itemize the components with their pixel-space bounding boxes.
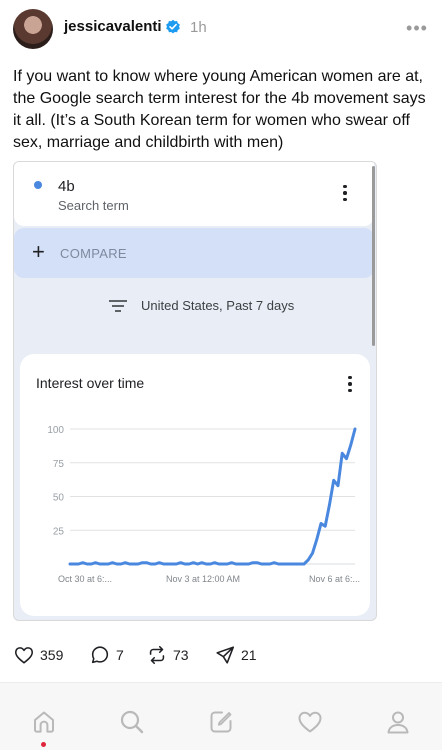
search-term-card: 4b Search term [14, 162, 374, 226]
interest-chart-card: Interest over time 25 50 75 100 Oct 30 at 6:… [20, 354, 370, 616]
nav-activity[interactable] [296, 708, 324, 736]
filter-icon [109, 300, 127, 312]
share-button[interactable]: 21 [214, 644, 257, 666]
search-icon [120, 710, 144, 734]
compose-icon [210, 711, 232, 733]
filter-text: United States, Past 7 days [141, 298, 295, 313]
post-text: If you want to know where young American… [13, 68, 426, 151]
post-header: jessicavalenti 1h ••• [0, 0, 442, 56]
chart-title: Interest over time [36, 375, 145, 391]
x-tick-label: Oct 30 at 6:... [58, 574, 112, 584]
series-color-dot [34, 181, 42, 189]
search-term-name: 4b [58, 178, 75, 195]
y-tick-label: 100 [47, 425, 64, 436]
more-options-icon[interactable]: ••• [405, 16, 429, 40]
bottom-navigation [0, 682, 442, 750]
nav-home[interactable] [30, 708, 58, 736]
nav-compose[interactable] [207, 708, 235, 736]
nav-profile[interactable] [384, 708, 412, 736]
username[interactable]: jessicavalenti [64, 18, 162, 35]
y-tick-label: 25 [53, 526, 65, 537]
compare-button[interactable]: + COMPARE [14, 228, 374, 278]
repost-icon [149, 645, 165, 665]
verified-badge-icon [166, 19, 180, 34]
like-button[interactable]: 359 [13, 644, 63, 666]
post-actions: 359 7 73 21 [0, 640, 442, 670]
interest-over-time-chart: 25 50 75 100 Oct 30 at 6:... Nov 3 at 12:00 A… [47, 425, 360, 584]
repost-button[interactable]: 73 [146, 644, 189, 666]
like-count: 359 [40, 647, 64, 663]
filter-row[interactable]: United States, Past 7 days [14, 290, 374, 320]
home-icon [34, 711, 54, 733]
reply-button[interactable]: 7 [89, 644, 124, 666]
y-tick-label: 75 [53, 459, 65, 470]
term-options-icon[interactable] [335, 183, 355, 203]
reply-icon [91, 646, 109, 664]
search-term-subtitle: Search term [58, 198, 129, 213]
heart-icon [14, 647, 34, 664]
y-tick-label: 50 [53, 493, 65, 504]
post-timestamp: 1h [190, 19, 207, 36]
compare-label: COMPARE [60, 246, 127, 261]
embed-scrollbar [372, 166, 375, 346]
trends-embed-image[interactable]: 4b Search term + COMPARE United States, … [13, 161, 377, 621]
plus-icon: + [32, 239, 45, 264]
x-tick-label: Nov 6 at 6:... [309, 574, 360, 584]
heart-icon [298, 711, 322, 733]
reply-count: 7 [116, 647, 124, 663]
send-icon [216, 646, 235, 664]
share-count: 21 [241, 647, 257, 663]
chart-options-icon[interactable] [340, 374, 360, 394]
active-indicator-dot [41, 742, 46, 747]
x-tick-label: Nov 3 at 12:00 AM [166, 574, 240, 584]
repost-count: 73 [173, 647, 189, 663]
profile-icon [387, 711, 409, 734]
avatar[interactable] [13, 9, 53, 49]
nav-search[interactable] [118, 708, 146, 736]
